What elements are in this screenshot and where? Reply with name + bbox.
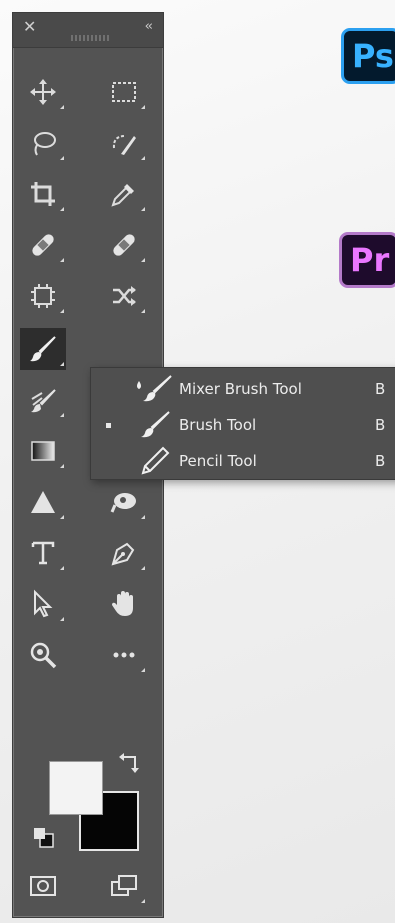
dodge-icon xyxy=(110,493,136,513)
flyout-item-shortcut: B xyxy=(375,380,386,398)
dodge-tool[interactable] xyxy=(101,481,147,523)
sharpen-tool[interactable] xyxy=(20,481,66,523)
eyedropper-tool[interactable] xyxy=(101,173,147,215)
flyout-item-label: Mixer Brush Tool xyxy=(179,380,302,398)
flyout-item-pencil[interactable]: Pencil Tool B xyxy=(91,444,395,478)
type-tool[interactable] xyxy=(20,532,66,574)
crop-tool[interactable] xyxy=(20,173,66,215)
pencil-icon xyxy=(141,446,170,475)
flyout-item-shortcut: B xyxy=(375,452,386,470)
selected-indicator xyxy=(106,422,111,428)
collapse-icon[interactable]: ‹‹ xyxy=(145,19,154,35)
gradient-tool[interactable] xyxy=(20,430,66,472)
arrow-cursor-icon xyxy=(34,589,53,618)
patch-tool[interactable] xyxy=(101,224,147,266)
healing-brush-tool[interactable] xyxy=(20,224,66,266)
swap-colors-icon[interactable] xyxy=(117,751,143,777)
foreground-color-swatch[interactable] xyxy=(49,761,103,815)
brush-icon xyxy=(30,336,56,362)
flyout-item-brush[interactable]: Brush Tool B xyxy=(91,408,395,442)
more-tools[interactable] xyxy=(101,634,147,676)
content-aware-tool[interactable] xyxy=(20,275,66,317)
close-icon[interactable]: ✕ xyxy=(23,19,36,35)
ellipsis-icon xyxy=(113,652,135,658)
type-icon xyxy=(31,541,55,565)
default-colors-icon[interactable] xyxy=(31,825,57,851)
bandage-icon xyxy=(32,234,54,256)
quick-mask-icon xyxy=(30,876,56,896)
pen-tool[interactable] xyxy=(101,532,147,574)
marquee-tool[interactable] xyxy=(101,71,147,113)
flyout-item-label: Pencil Tool xyxy=(179,452,257,470)
hand-tool[interactable] xyxy=(101,583,147,625)
photoshop-badge-label: Ps xyxy=(352,37,394,75)
magnifier-icon xyxy=(30,642,57,669)
move-icon xyxy=(30,79,56,105)
move-tool[interactable] xyxy=(20,71,66,113)
triangle-icon xyxy=(31,491,55,513)
frame-icon xyxy=(31,284,55,308)
flyout-item-shortcut: B xyxy=(375,416,386,434)
premiere-badge-label: Pr xyxy=(350,241,390,279)
content-move-tool[interactable] xyxy=(101,275,147,317)
screen-mode-icon xyxy=(111,875,137,896)
cross-arrows-icon xyxy=(113,286,136,306)
zoom-tool[interactable] xyxy=(20,634,66,676)
crop-icon xyxy=(31,182,55,206)
hand-icon xyxy=(112,591,133,616)
flyout-item-mixer-brush[interactable]: Mixer Brush Tool B xyxy=(91,372,395,406)
rectangular-marquee-icon xyxy=(112,82,136,102)
drag-grip[interactable] xyxy=(71,35,109,41)
quick-mask-button[interactable] xyxy=(20,865,66,907)
screen-mode-button[interactable] xyxy=(101,865,147,907)
flyout-item-label: Brush Tool xyxy=(179,416,257,434)
quick-selection-icon xyxy=(112,135,136,155)
mixer-brush-icon xyxy=(137,375,172,402)
path-selection-tool[interactable] xyxy=(20,583,66,625)
pen-icon xyxy=(111,542,135,566)
lasso-tool[interactable] xyxy=(20,122,66,164)
tools-panel-header[interactable]: ✕ ‹‹ xyxy=(13,13,163,48)
brush-icon xyxy=(141,411,170,438)
lasso-icon xyxy=(34,132,56,156)
premiere-badge: Pr xyxy=(339,232,395,288)
gradient-icon xyxy=(31,441,55,461)
clone-stamp-tool[interactable] xyxy=(20,379,66,421)
history-brush-icon xyxy=(31,389,56,413)
eyedropper-icon xyxy=(111,184,134,207)
quick-selection-tool[interactable] xyxy=(101,122,147,164)
brush-tool-flyout: Mixer Brush Tool B Brush Tool B Pencil T… xyxy=(90,367,395,480)
bandage-icon xyxy=(113,234,135,256)
brush-tool[interactable] xyxy=(20,328,66,370)
photoshop-badge: Ps xyxy=(341,28,395,84)
